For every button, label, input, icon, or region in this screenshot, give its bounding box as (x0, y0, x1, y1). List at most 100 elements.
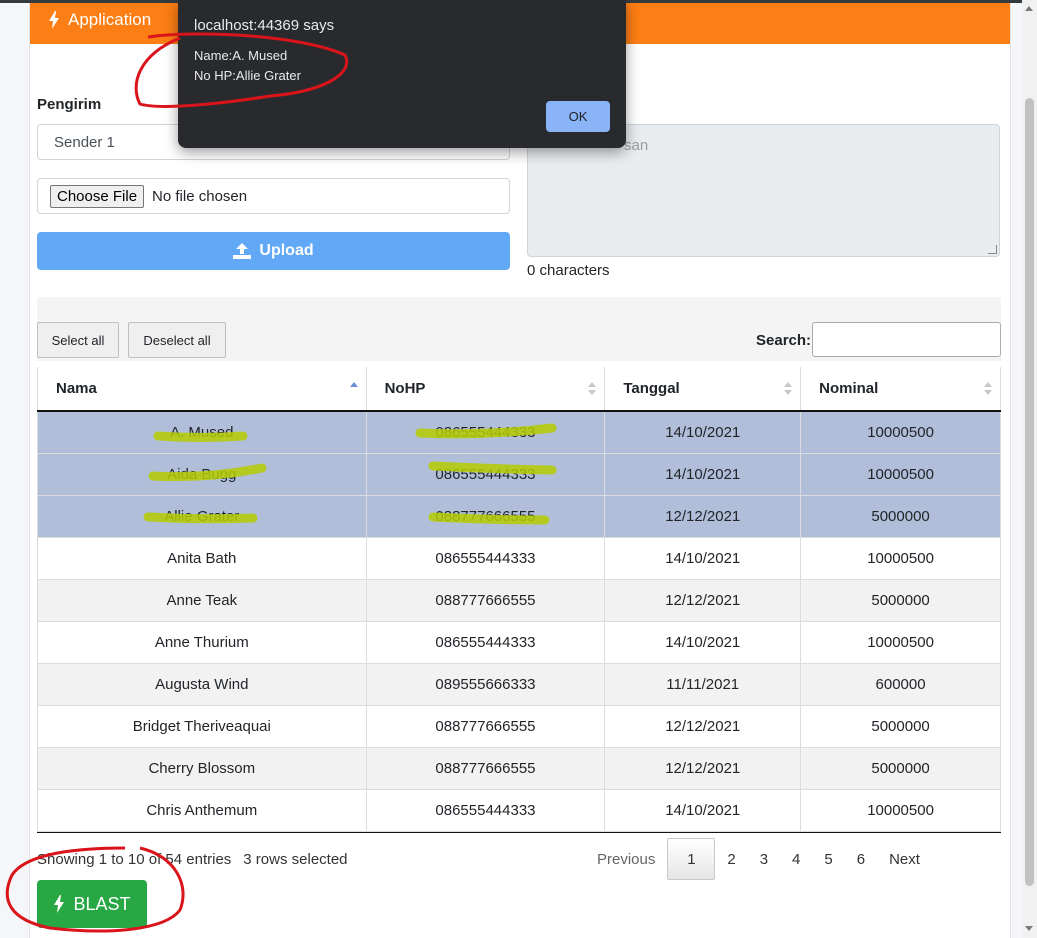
table-row[interactable]: Chris Anthemum 086555444333 14/10/2021 1000… (37, 789, 1001, 832)
cell-nohp: 086555444333 (366, 537, 606, 580)
deselect-all-button[interactable]: Deselect all (128, 322, 226, 358)
table-row[interactable]: Anne Teak 088777666555 12/12/2021 5000000 (37, 579, 1001, 622)
cell-nominal: 10000500 (800, 453, 1001, 496)
cell-nama: Chris Anthemum (37, 789, 367, 832)
table-row[interactable]: Aida Bugg 086555444333 14/10/2021 10000500 (37, 453, 1001, 496)
data-table: Nama NoHP Tanggal Nominal A. Mused 086555… (37, 367, 1001, 832)
pagination-page-6[interactable]: 6 (845, 839, 877, 879)
cell-nama: Cherry Blossom (37, 747, 367, 790)
column-label: Nama (56, 380, 97, 397)
cell-nama: Anita Bath (37, 537, 367, 580)
select-all-button[interactable]: Select all (37, 322, 119, 358)
cell-nominal: 5000000 (800, 579, 1001, 622)
cell-nama: Allie Grater (37, 495, 367, 538)
pagination-page-2[interactable]: 2 (715, 839, 747, 879)
cell-nominal: 10000500 (800, 411, 1001, 454)
scrollbar[interactable] (1022, 0, 1037, 938)
dialog-ok-button[interactable]: OK (546, 101, 610, 132)
pagination-page-3[interactable]: 3 (748, 839, 780, 879)
cell-nohp: 086555444333 (366, 621, 606, 664)
cell-nohp: 086555444333 (366, 789, 606, 832)
selected-info: 3 rows selected (243, 851, 348, 868)
cell-nama: A. Mused (37, 411, 367, 454)
sender-label: Pengirim (37, 96, 102, 113)
bolt-icon (54, 895, 65, 913)
column-header-nominal[interactable]: Nominal (800, 367, 1001, 412)
upload-label: Upload (259, 242, 314, 259)
pagination-page-5[interactable]: 5 (812, 839, 844, 879)
dialog-message-line-1: Name:A. Mused (194, 48, 288, 63)
pagination-next[interactable]: Next (877, 839, 932, 879)
blast-button[interactable]: BLAST (37, 880, 147, 928)
column-header-nohp[interactable]: NoHP (366, 367, 606, 412)
cell-nohp: 089555666333 (366, 663, 606, 706)
cell-nama: Augusta Wind (37, 663, 367, 706)
left-gutter (0, 0, 14, 938)
cell-nohp: 086555444333 (366, 411, 606, 454)
cell-nohp: 088777666555 (366, 705, 606, 748)
cell-nominal: 10000500 (800, 537, 1001, 580)
table-row[interactable]: Bridget Theriveaquai 088777666555 12/12/20… (37, 705, 1001, 748)
cell-nama: Anne Thurium (37, 621, 367, 664)
column-label: NoHP (384, 380, 426, 397)
column-label: Tanggal (623, 380, 680, 397)
pagination-previous[interactable]: Previous (585, 839, 667, 879)
cell-nominal: 10000500 (800, 789, 1001, 832)
cell-nominal: 5000000 (800, 747, 1001, 790)
table-header-row: Nama NoHP Tanggal Nominal (37, 367, 1001, 412)
cell-nominal: 600000 (800, 663, 1001, 706)
blast-label: BLAST (73, 893, 131, 914)
cell-nominal: 5000000 (800, 495, 1001, 538)
cell-nohp: 088777666555 (366, 747, 606, 790)
sort-icon (349, 382, 358, 396)
sort-icon (588, 382, 597, 396)
cell-nohp: 086555444333 (366, 453, 606, 496)
cell-tanggal: 12/12/2021 (604, 705, 802, 748)
cell-nominal: 5000000 (800, 705, 1001, 748)
search-input[interactable] (812, 322, 1001, 357)
file-status: No file chosen (152, 187, 248, 205)
cell-nama: Bridget Theriveaquai (37, 705, 367, 748)
cell-tanggal: 12/12/2021 (604, 747, 802, 790)
column-header-nama[interactable]: Nama (37, 367, 367, 412)
cell-tanggal: 14/10/2021 (604, 537, 802, 580)
upload-icon (233, 243, 252, 259)
app-title: Application (68, 10, 152, 29)
table-row[interactable]: Anita Bath 086555444333 14/10/2021 10000500 (37, 537, 1001, 580)
alert-dialog: localhost:44369 says Name:A. Mused No HP… (178, 0, 626, 148)
scroll-thumb[interactable] (1025, 98, 1034, 886)
table-info: Showing 1 to 10 of 54 entries 3 rows sele… (37, 851, 348, 868)
char-count: 0 characters (527, 262, 610, 279)
cell-tanggal: 14/10/2021 (604, 789, 802, 832)
cell-tanggal: 12/12/2021 (604, 495, 802, 538)
table-bottom-border (37, 832, 1001, 833)
table-row[interactable]: Cherry Blossom 088777666555 12/12/2021 5000… (37, 747, 1001, 790)
sort-icon (784, 382, 793, 396)
scroll-up-arrow[interactable] (1025, 6, 1033, 11)
cell-tanggal: 14/10/2021 (604, 453, 802, 496)
cell-nohp: 088777666555 (366, 495, 606, 538)
cell-tanggal: 14/10/2021 (604, 621, 802, 664)
choose-file-button[interactable]: Choose File (50, 184, 145, 208)
pagination-page-4[interactable]: 4 (780, 839, 812, 879)
column-header-tanggal[interactable]: Tanggal (604, 367, 802, 412)
column-label: Nominal (819, 380, 879, 397)
table-row[interactable]: Allie Grater 088777666555 12/12/2021 500000… (37, 495, 1001, 538)
cell-nohp: 088777666555 (366, 579, 606, 622)
sort-icon (984, 382, 992, 396)
dialog-message-line-2: No HP:Allie Grater (194, 68, 301, 83)
cell-nominal: 10000500 (800, 621, 1001, 664)
file-input[interactable]: Choose File No file chosen (37, 178, 510, 214)
cell-nama: Aida Bugg (37, 453, 367, 496)
scroll-down-arrow[interactable] (1025, 926, 1033, 931)
table-row[interactable]: Augusta Wind 089555666333 11/11/2021 600000 (37, 663, 1001, 706)
bolt-icon (49, 11, 59, 29)
pagination-page-1[interactable]: 1 (667, 838, 716, 880)
table-row[interactable]: A. Mused 086555444333 14/10/2021 10000500 (37, 411, 1001, 454)
cell-tanggal: 11/11/2021 (604, 663, 802, 706)
table-row[interactable]: Anne Thurium 086555444333 14/10/2021 100005… (37, 621, 1001, 664)
search-label: Search: (756, 332, 812, 349)
cell-nama: Anne Teak (37, 579, 367, 622)
resize-handle[interactable] (988, 245, 997, 254)
upload-button[interactable]: Upload (37, 232, 510, 270)
